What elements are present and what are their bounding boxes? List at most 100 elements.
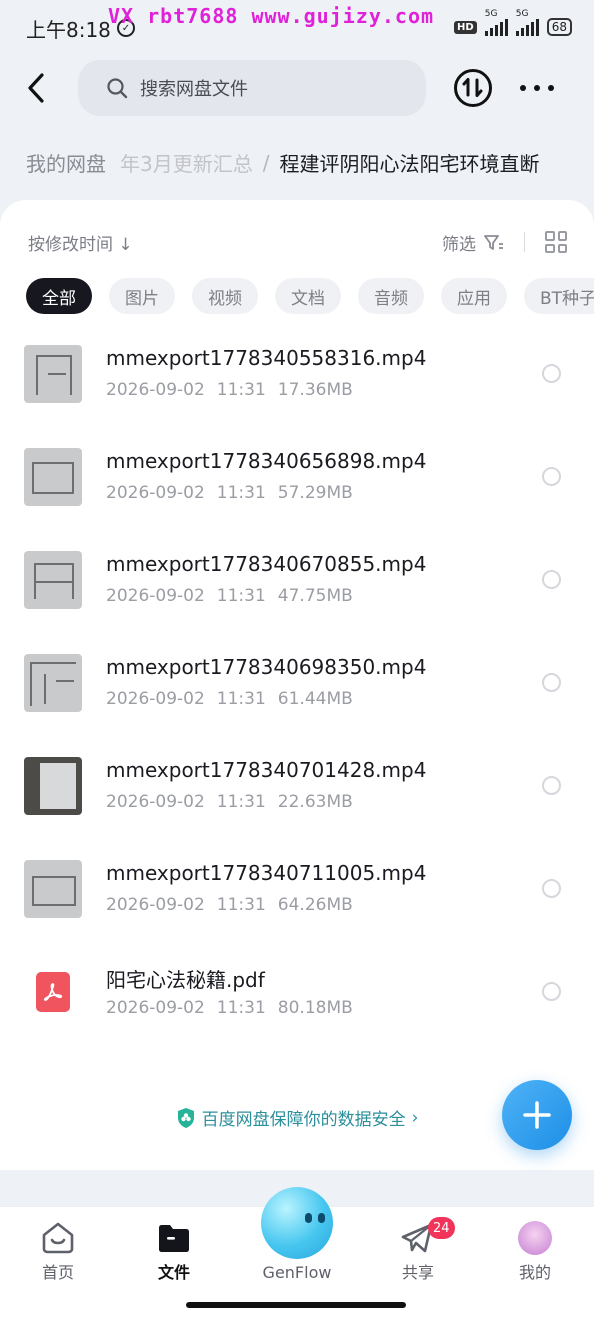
battery-icon: 68 [546,18,572,36]
share-count-badge: 24 [428,1217,455,1239]
chip-videos[interactable]: 视频 [192,278,258,314]
dot-icon [548,85,554,91]
tab-files[interactable]: 文件 [134,1221,214,1283]
tab-share-label: 共享 [401,1263,434,1282]
file-meta: 2026-09-02 11:31 17.36MB [106,380,365,400]
file-size: 47.75MB [277,586,353,606]
sort-button[interactable]: 按修改时间 ↓ [28,230,133,255]
pdf-file-icon [36,972,70,1012]
file-row[interactable]: mmexport1778340711005.mp4 2026-09-02 11:3… [0,855,594,958]
status-time: 上午8:18 [26,17,111,42]
file-time: 11:31 [216,586,266,606]
select-radio[interactable] [542,570,561,589]
file-date: 2026-09-02 [106,483,205,503]
home-indicator[interactable] [186,1302,406,1308]
add-button[interactable] [502,1080,572,1150]
tab-home-label: 首页 [41,1263,74,1282]
top-bar: 搜索网盘文件 [0,58,594,118]
genflow-mascot-icon[interactable] [261,1187,333,1259]
avatar [518,1221,552,1255]
tab-me-label: 我的 [518,1263,551,1282]
file-row[interactable]: mmexport1778340698350.mp4 2026-09-02 11:3… [0,649,594,752]
grid-cell-icon [545,231,555,241]
acrobat-icon [43,983,63,1001]
file-date: 2026-09-02 [106,689,205,709]
transfer-button[interactable] [454,69,492,107]
toolbar-divider [524,232,525,252]
breadcrumb-root[interactable]: 我的网盘 [26,148,106,177]
search-placeholder: 搜索网盘文件 [140,79,248,100]
home-icon [40,1221,76,1255]
select-radio[interactable] [542,364,561,383]
mascot-eye [318,1213,325,1223]
file-time: 11:31 [216,998,266,1018]
file-row[interactable]: mmexport1778340670855.mp4 2026-09-02 11:3… [0,546,594,649]
file-panel: 按修改时间 ↓ 筛选 全部 图片 视频 文档 音频 应用 BT种子 mmexpo… [0,200,594,1170]
search-input[interactable]: 搜索网盘文件 [78,60,426,116]
video-thumbnail [24,448,82,506]
chip-audio[interactable]: 音频 [358,278,424,314]
plus-icon [523,1101,551,1129]
file-name: mmexport1778340558316.mp4 [106,346,427,370]
tab-me[interactable]: 我的 [495,1221,575,1283]
select-radio[interactable] [542,776,561,795]
grid-view-button[interactable] [545,231,567,253]
file-row[interactable]: mmexport1778340656898.mp4 2026-09-02 11:3… [0,443,594,546]
filter-button[interactable]: 筛选 [442,230,504,255]
file-size: 17.36MB [277,380,353,400]
more-options-button[interactable] [520,74,554,102]
select-radio[interactable] [542,467,561,486]
back-button[interactable] [22,70,54,106]
file-row[interactable]: mmexport1778340558316.mp4 2026-09-02 11:3… [0,340,594,443]
file-meta: 2026-09-02 11:31 80.18MB [106,998,365,1018]
chip-documents[interactable]: 文档 [275,278,341,314]
folder-icon [156,1221,192,1255]
file-name: mmexport1778340711005.mp4 [106,861,427,885]
file-meta: 2026-09-02 11:31 22.63MB [106,792,365,812]
transfer-arrows-icon [462,78,483,97]
file-date: 2026-09-02 [106,998,205,1018]
file-meta: 2026-09-02 11:31 47.75MB [106,586,365,606]
watermark-text: VX rbt7688 www.gujizy.com [108,4,435,28]
file-row[interactable]: mmexport1778340701428.mp4 2026-09-02 11:3… [0,752,594,855]
breadcrumb-middle[interactable]: 年3月更新汇总 [120,148,253,177]
chip-all[interactable]: 全部 [26,278,92,314]
breadcrumb-separator: / [262,150,270,175]
shield-icon [177,1107,194,1128]
file-size: 80.18MB [277,998,353,1018]
signal-icon-2: 5G [515,9,539,36]
video-thumbnail [24,551,82,609]
file-size: 22.63MB [277,792,353,812]
search-icon [107,78,128,99]
file-name: mmexport1778340698350.mp4 [106,655,427,679]
select-radio[interactable] [542,879,561,898]
signal-icon: 5G [484,9,508,36]
file-date: 2026-09-02 [106,380,205,400]
file-date: 2026-09-02 [106,895,205,915]
file-name: 阳宅心法秘籍.pdf [106,968,265,992]
file-row[interactable]: 阳宅心法秘籍.pdf 2026-09-02 11:31 80.18MB [0,958,594,1061]
file-time: 11:31 [216,689,266,709]
network-label-2: 5G [515,9,529,19]
file-time: 11:31 [216,895,266,915]
file-name: mmexport1778340670855.mp4 [106,552,427,576]
chip-images[interactable]: 图片 [109,278,175,314]
select-radio[interactable] [542,673,561,692]
category-chips: 全部 图片 视频 文档 音频 应用 BT种子 [26,278,594,314]
file-time: 11:31 [216,792,266,812]
grid-cell-icon [557,231,567,241]
video-thumbnail [24,757,82,815]
chip-bt-seeds[interactable]: BT种子 [524,278,594,314]
mascot-eye [305,1213,312,1223]
select-radio[interactable] [542,982,561,1001]
file-date: 2026-09-02 [106,586,205,606]
chip-apps[interactable]: 应用 [441,278,507,314]
grid-cell-icon [545,243,555,253]
breadcrumb-current: 程建评阴阳心法阳宅环境直断 [279,152,540,176]
grid-cell-icon [557,243,567,253]
tab-home[interactable]: 首页 [18,1221,98,1283]
video-thumbnail [24,345,82,403]
file-meta: 2026-09-02 11:31 57.29MB [106,483,365,503]
tab-genflow-label[interactable]: GenFlow [247,1263,347,1282]
file-name: mmexport1778340701428.mp4 [106,758,427,782]
